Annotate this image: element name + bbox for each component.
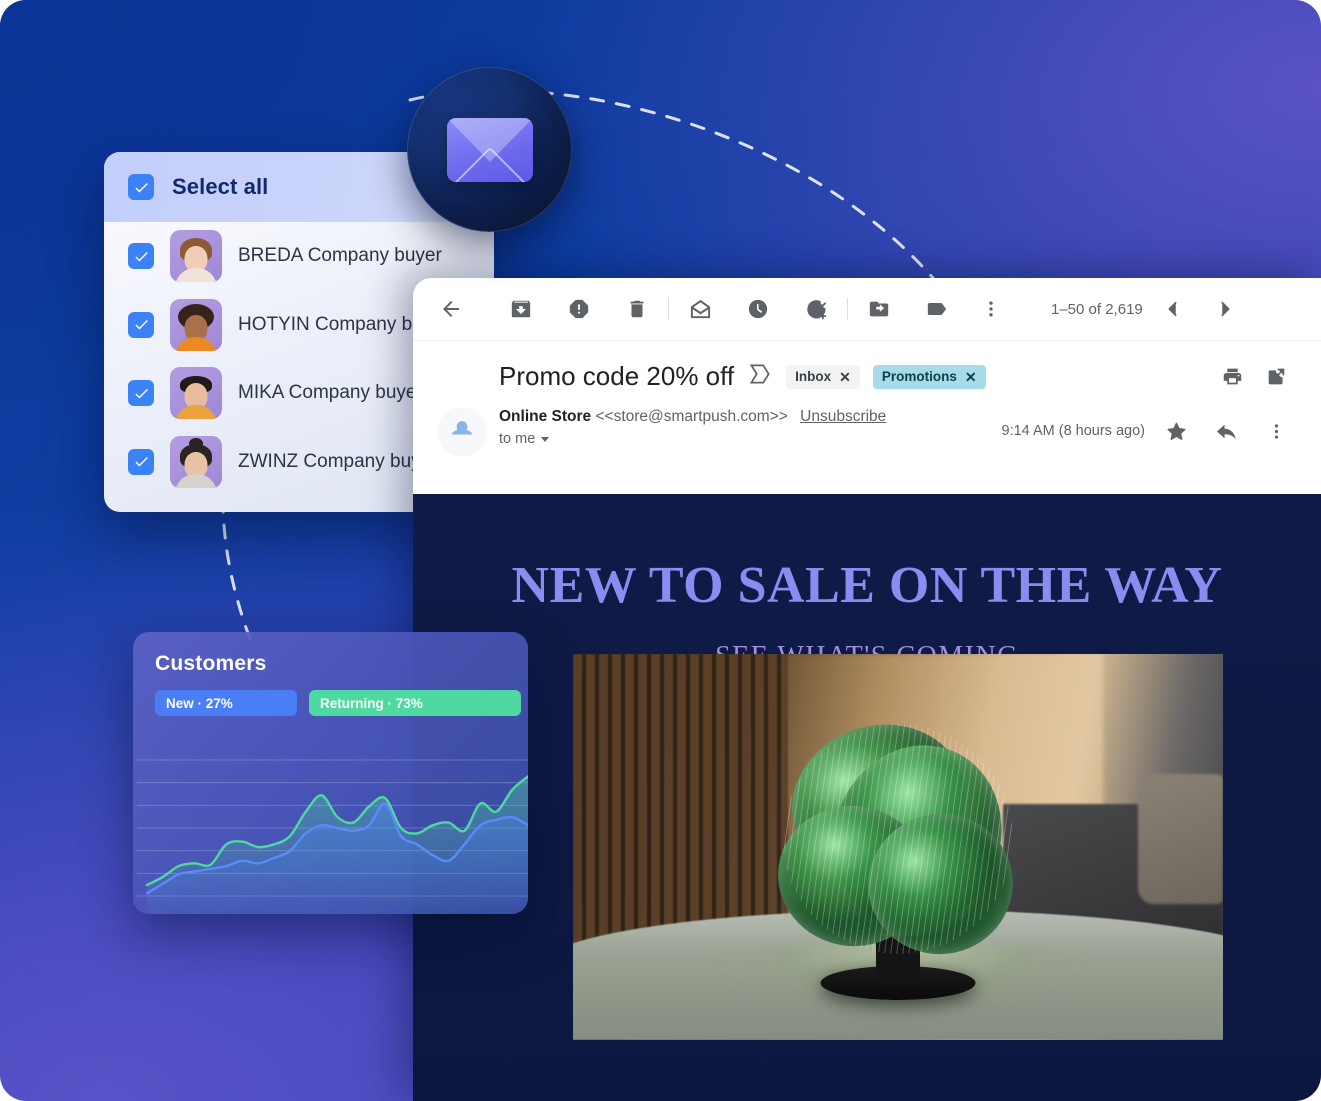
chevron-right-icon[interactable] bbox=[1203, 287, 1247, 331]
recipient-line[interactable]: to me bbox=[499, 431, 886, 447]
chip-label: Promotions bbox=[881, 369, 957, 384]
subject-area: Promo code 20% off Inbox ✕ Promotions ✕ bbox=[413, 341, 1321, 392]
sender-name: Online Store bbox=[499, 408, 592, 425]
label-chip-inbox[interactable]: Inbox ✕ bbox=[786, 364, 860, 389]
chart-legend: New · 27% Returning · 73% bbox=[133, 676, 528, 716]
avatar bbox=[170, 435, 222, 488]
star-icon[interactable] bbox=[1157, 412, 1195, 450]
sender-email: <<store@smartpush.com>> bbox=[595, 408, 788, 425]
open-in-new-window-icon[interactable] bbox=[1257, 357, 1295, 395]
sender-avatar-icon bbox=[439, 408, 485, 454]
contact-checkbox[interactable] bbox=[128, 448, 154, 475]
subject-actions bbox=[1213, 357, 1295, 395]
subject-line: Promo code 20% off Inbox ✕ Promotions ✕ bbox=[499, 361, 1291, 392]
chevron-left-icon[interactable] bbox=[1151, 287, 1195, 331]
email-body: NEW TO SALE ON THE WAY SEE WHAT'S COMING bbox=[413, 494, 1321, 1101]
customers-card-title: Customers bbox=[155, 652, 267, 675]
contact-name: ZWINZ Company buyer bbox=[238, 450, 438, 472]
snooze-clock-icon[interactable] bbox=[736, 287, 780, 331]
page-count-label: 1–50 of 2,619 bbox=[1051, 300, 1143, 318]
add-to-tasks-icon[interactable] bbox=[794, 287, 838, 331]
contact-checkbox[interactable] bbox=[128, 380, 154, 407]
envelope-icon bbox=[446, 117, 533, 182]
select-all-label: Select all bbox=[172, 174, 269, 199]
envelope-badge bbox=[407, 67, 572, 232]
report-spam-icon[interactable] bbox=[557, 287, 601, 331]
checkmark-icon bbox=[134, 320, 148, 330]
chip-remove-icon[interactable]: ✕ bbox=[839, 370, 851, 384]
customers-area-chart bbox=[137, 759, 528, 914]
mark-as-unread-icon[interactable] bbox=[678, 287, 722, 331]
more-vertical-icon[interactable] bbox=[969, 287, 1013, 331]
unsubscribe-link[interactable]: Unsubscribe bbox=[800, 408, 886, 425]
avatar bbox=[170, 298, 222, 351]
sender-actions: 9:14 AM (8 hours ago) bbox=[1002, 406, 1295, 450]
print-icon[interactable] bbox=[1213, 357, 1251, 395]
dashed-drop-connector bbox=[221, 497, 255, 649]
checkmark-icon bbox=[134, 182, 148, 192]
page-title: Promo code 20% off bbox=[499, 361, 735, 391]
delete-trash-icon[interactable] bbox=[615, 287, 659, 331]
contact-checkbox[interactable] bbox=[128, 243, 154, 270]
product-photo bbox=[573, 654, 1223, 1040]
gmail-message-panel: 1–50 of 2,619 Promo code 20% off Inbox ✕ bbox=[413, 278, 1321, 1101]
customers-card: Customers New · 27% Returning · 73% bbox=[133, 632, 528, 914]
chevron-down-icon[interactable] bbox=[541, 436, 550, 442]
reply-arrow-icon[interactable] bbox=[1207, 412, 1245, 450]
timestamp: 9:14 AM (8 hours ago) bbox=[1001, 423, 1145, 439]
inbox-chevron-icon bbox=[747, 361, 773, 392]
promo-illustration-stage: Select all BREDA Company buyer HOTYIN Co… bbox=[0, 0, 1321, 1101]
archive-icon[interactable] bbox=[499, 287, 543, 331]
label-tag-icon[interactable] bbox=[915, 287, 959, 331]
legend-item-returning: Returning · 73% bbox=[309, 690, 521, 716]
toolbar-separator bbox=[847, 298, 848, 320]
move-to-folder-icon[interactable] bbox=[857, 287, 901, 331]
promo-headline: NEW TO SALE ON THE WAY bbox=[511, 557, 1223, 614]
checkmark-icon bbox=[134, 388, 148, 399]
toolbar-separator bbox=[668, 298, 669, 320]
contact-name: BREDA Company buyer bbox=[238, 245, 442, 267]
back-arrow-icon[interactable] bbox=[429, 287, 473, 331]
contact-checkbox[interactable] bbox=[128, 311, 154, 338]
chip-remove-icon[interactable]: ✕ bbox=[965, 370, 977, 384]
sender-identity-line: Online Store <<store@smartpush.com>> Uns… bbox=[499, 408, 886, 426]
more-vertical-icon[interactable] bbox=[1257, 412, 1295, 450]
label-chip-promotions[interactable]: Promotions ✕ bbox=[872, 364, 986, 389]
avatar bbox=[170, 230, 222, 283]
recipient-label: to me bbox=[499, 431, 536, 447]
green-glass-lamp bbox=[768, 702, 1029, 968]
gmail-toolbar: 1–50 of 2,619 bbox=[413, 278, 1321, 341]
avatar bbox=[170, 367, 222, 420]
sender-text: Online Store <<store@smartpush.com>> Uns… bbox=[499, 406, 886, 447]
sender-block: Online Store <<store@smartpush.com>> Uns… bbox=[413, 392, 1321, 470]
legend-item-new: New · 27% bbox=[155, 690, 297, 716]
chip-label: Inbox bbox=[795, 369, 832, 384]
select-all-checkbox[interactable] bbox=[128, 174, 154, 200]
contact-name: MIKA Company buyer bbox=[238, 382, 423, 404]
checkmark-icon bbox=[134, 251, 148, 262]
customers-chart bbox=[133, 750, 528, 914]
checkmark-icon bbox=[134, 457, 148, 467]
